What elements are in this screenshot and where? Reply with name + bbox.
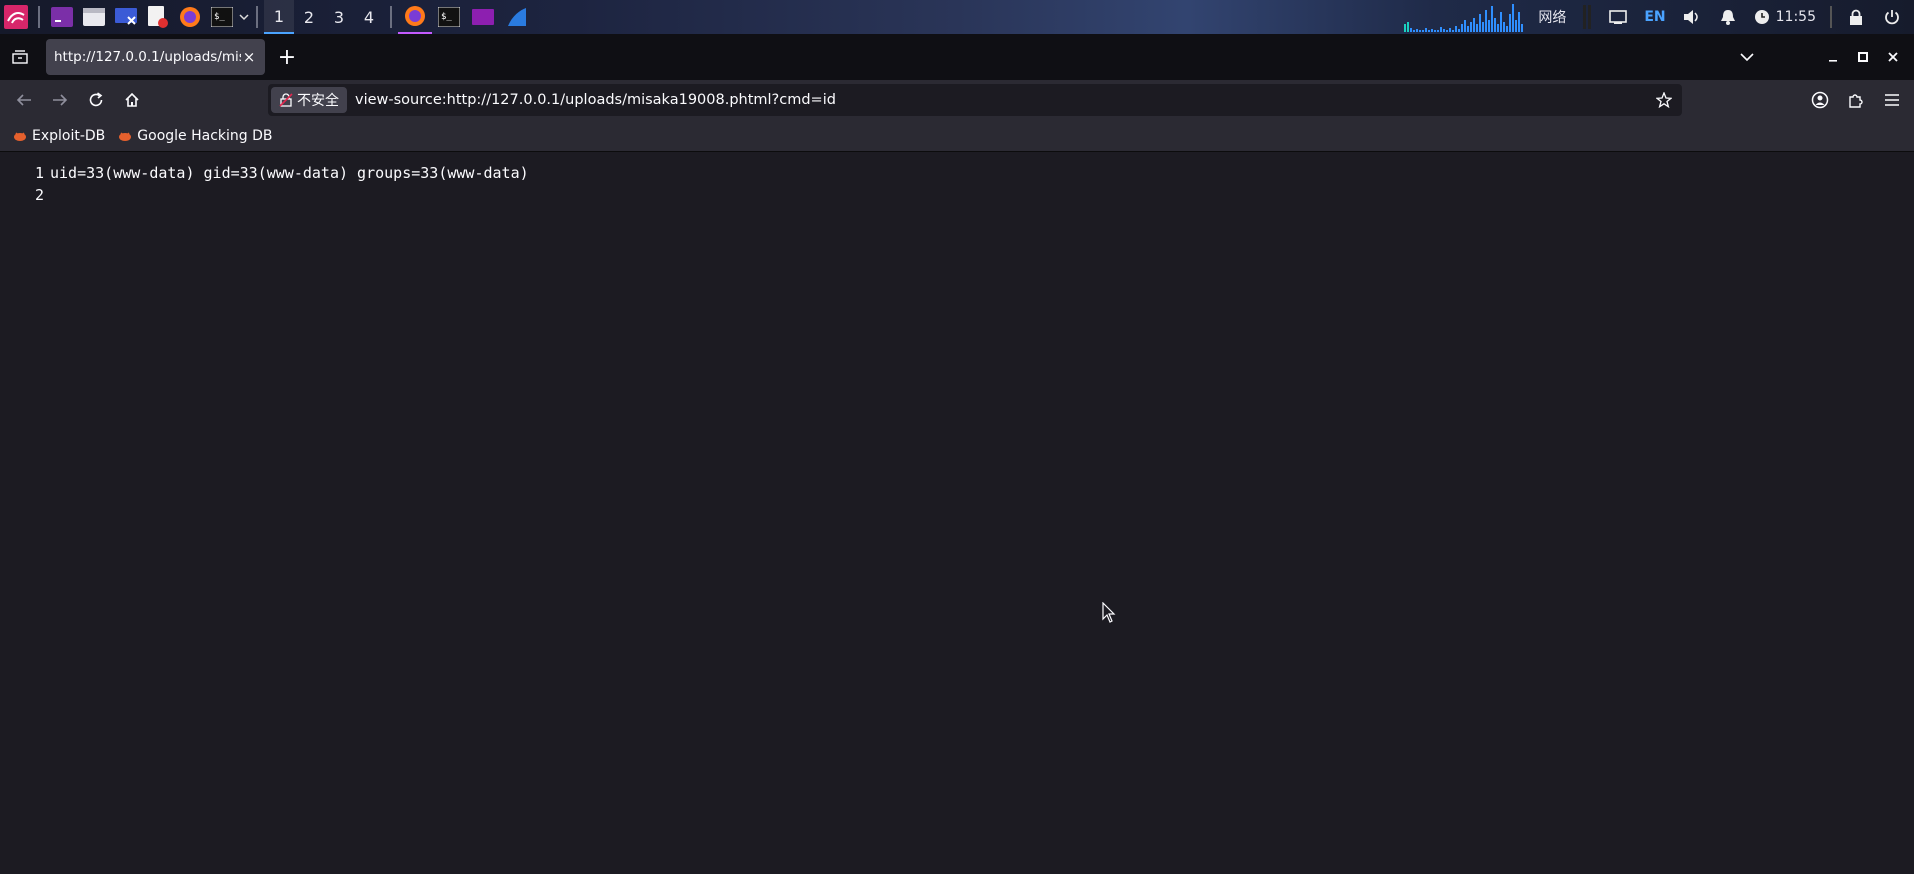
exploit-db-bug-icon [12, 128, 28, 144]
svg-text:$_: $_ [441, 12, 452, 22]
bookmark-exploit-db[interactable]: Exploit-DB [12, 128, 105, 144]
bookmark-label: Exploit-DB [32, 127, 106, 144]
site-security-badge[interactable]: 不安全 [271, 87, 347, 113]
maximize-icon[interactable] [1848, 42, 1878, 72]
extensions-puzzle-icon[interactable] [1838, 84, 1874, 116]
view-source-content: 1 uid=33(www-data) gid=33(www-data) grou… [0, 152, 1914, 874]
back-arrow-icon[interactable] [6, 84, 42, 116]
bookmark-label: Google Hacking DB [137, 127, 273, 144]
window-controls [1732, 34, 1914, 80]
display-icon[interactable] [1608, 7, 1628, 27]
url-text[interactable]: view-source:http://127.0.0.1/uploads/mis… [355, 92, 836, 108]
navigation-toolbar: 不安全 view-source:http://127.0.0.1/uploads… [0, 80, 1914, 120]
clock-icon [1754, 7, 1770, 27]
keyboard-layout-indicator[interactable]: EN [1644, 9, 1665, 25]
taskbar-separator [38, 6, 40, 28]
volume-icon[interactable] [1682, 7, 1702, 27]
line-number: 2 [34, 186, 44, 204]
network-activity-graph [1404, 2, 1524, 32]
file-manager-icon[interactable] [82, 5, 106, 29]
account-icon[interactable] [1802, 84, 1838, 116]
text-editor-icon[interactable] [146, 5, 170, 29]
insecure-lock-icon [279, 93, 293, 107]
terminal-window-button[interactable]: $_ [432, 0, 466, 34]
tray-separator [1582, 5, 1592, 29]
network-label[interactable]: 网络 [1538, 7, 1566, 27]
mouse-cursor-icon [1102, 601, 1116, 624]
close-window-icon[interactable] [1878, 42, 1908, 72]
source-line: 1 uid=33(www-data) gid=33(www-data) grou… [0, 162, 1914, 184]
tab-title: http://127.0.0.1/uploads/misaka19008.pht… [54, 49, 241, 65]
line-text: uid=33(www-data) gid=33(www-data) groups… [50, 164, 529, 182]
home-icon[interactable] [114, 84, 150, 116]
hamburger-menu-icon[interactable] [1874, 84, 1910, 116]
source-line: 2 [0, 184, 1914, 206]
list-all-tabs-chevron-icon[interactable] [1732, 42, 1762, 72]
taskbar-separator [1830, 6, 1832, 28]
svg-text:$_: $_ [214, 12, 225, 22]
wireshark-window-button[interactable] [500, 0, 534, 34]
terminal-launcher-icon[interactable] [50, 5, 74, 29]
reload-icon[interactable] [78, 84, 114, 116]
minimize-icon[interactable] [1818, 42, 1848, 72]
google-hacking-db-bug-icon [117, 128, 133, 144]
workspace-4[interactable]: 4 [354, 0, 384, 34]
bookmark-star-icon[interactable] [1654, 90, 1674, 110]
browser-tab-bar: http://127.0.0.1/uploads/misaka19008.pht… [0, 34, 1914, 80]
notification-bell-icon[interactable] [1718, 7, 1738, 27]
clock[interactable]: 11:55 [1776, 9, 1816, 25]
lock-icon[interactable] [1846, 7, 1866, 27]
chevron-down-icon[interactable] [238, 5, 250, 29]
workspace-1[interactable]: 1 [264, 0, 294, 34]
screen-settings-icon[interactable] [114, 5, 138, 29]
purple-window-button[interactable] [466, 0, 500, 34]
toolbar-right-actions [1802, 80, 1914, 120]
workspace-3[interactable]: 3 [324, 0, 354, 34]
kali-menu-icon[interactable] [4, 5, 28, 29]
taskbar-separator [390, 6, 392, 28]
taskbar-separator [256, 6, 258, 28]
new-tab-button[interactable]: + [269, 39, 305, 75]
tab-manager-icon[interactable] [0, 34, 40, 80]
tab-close-icon[interactable]: × [241, 48, 257, 66]
bookmark-google-hacking-db[interactable]: Google Hacking DB [117, 127, 273, 144]
active-tab[interactable]: http://127.0.0.1/uploads/misaka19008.pht… [46, 39, 265, 75]
bookmarks-toolbar: Exploit-DB Google Hacking DB [0, 120, 1914, 152]
power-icon[interactable] [1882, 7, 1902, 27]
desktop-taskbar: $_ 1 2 3 4 $_ 网络 EN 11:55 [0, 0, 1914, 34]
url-bar[interactable]: 不安全 view-source:http://127.0.0.1/uploads… [268, 84, 1682, 116]
security-label: 不安全 [297, 93, 339, 109]
firefox-window-button[interactable] [398, 0, 432, 34]
workspace-2[interactable]: 2 [294, 0, 324, 34]
terminal-icon[interactable]: $_ [210, 5, 234, 29]
line-number: 1 [34, 164, 44, 182]
firefox-launcher-icon[interactable] [178, 5, 202, 29]
forward-arrow-icon[interactable] [42, 84, 78, 116]
system-tray: 网络 EN 11:55 [1404, 0, 1914, 34]
